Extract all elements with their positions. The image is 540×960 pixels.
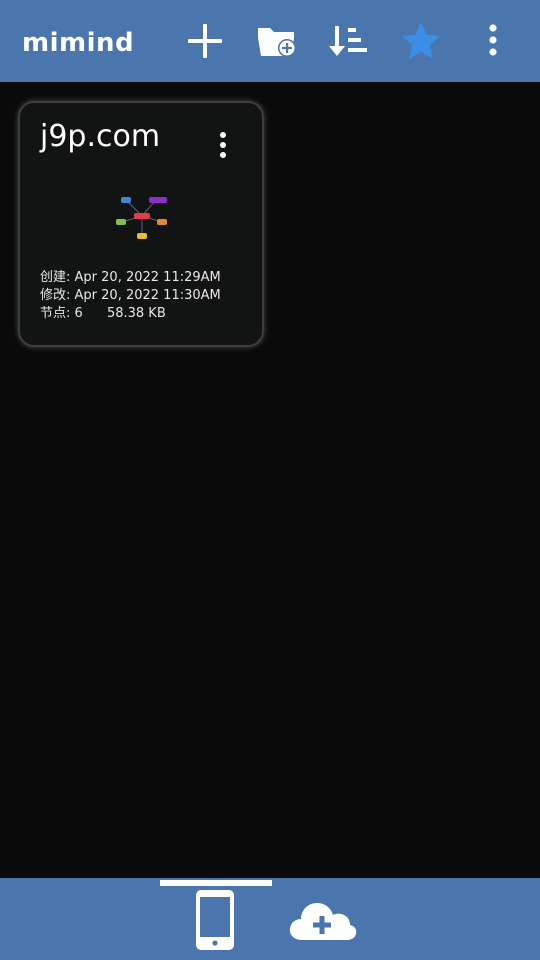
- nodes-size-info: 节点: 6 58.38 KB: [40, 305, 166, 322]
- created-info: 创建: Apr 20, 2022 11:29AM: [40, 269, 221, 286]
- top-app-bar: mimind: [0, 0, 540, 82]
- file-title: j9p.com: [40, 119, 161, 154]
- sort-icon[interactable]: [326, 18, 372, 64]
- folder-add-icon[interactable]: [254, 18, 300, 64]
- mind-map-thumbnail: [112, 188, 172, 244]
- created-label: 创建:: [40, 270, 71, 285]
- selected-tab-indicator: [160, 880, 272, 886]
- created-value: Apr 20, 2022 11:29AM: [74, 270, 221, 285]
- app-logo: mimind: [22, 28, 135, 58]
- modified-info: 修改: Apr 20, 2022 11:30AM: [40, 287, 221, 304]
- nodes-value: 6: [74, 306, 83, 321]
- mind-map-file-card[interactable]: j9p.com 创建: Apr 20, 2022 11:29AM 修改: Apr…: [18, 101, 264, 347]
- modified-label: 修改:: [40, 288, 71, 303]
- star-icon[interactable]: [398, 18, 444, 64]
- modified-value: Apr 20, 2022 11:30AM: [74, 288, 221, 303]
- phone-icon[interactable]: [194, 888, 236, 952]
- cloud-add-icon[interactable]: [288, 898, 358, 942]
- card-more-icon[interactable]: [210, 129, 236, 163]
- file-size: 58.38 KB: [106, 306, 166, 321]
- more-vertical-icon[interactable]: [470, 18, 516, 64]
- plus-icon[interactable]: [182, 18, 228, 64]
- nodes-label: 节点:: [40, 306, 71, 321]
- bottom-navigation-bar: [0, 878, 540, 960]
